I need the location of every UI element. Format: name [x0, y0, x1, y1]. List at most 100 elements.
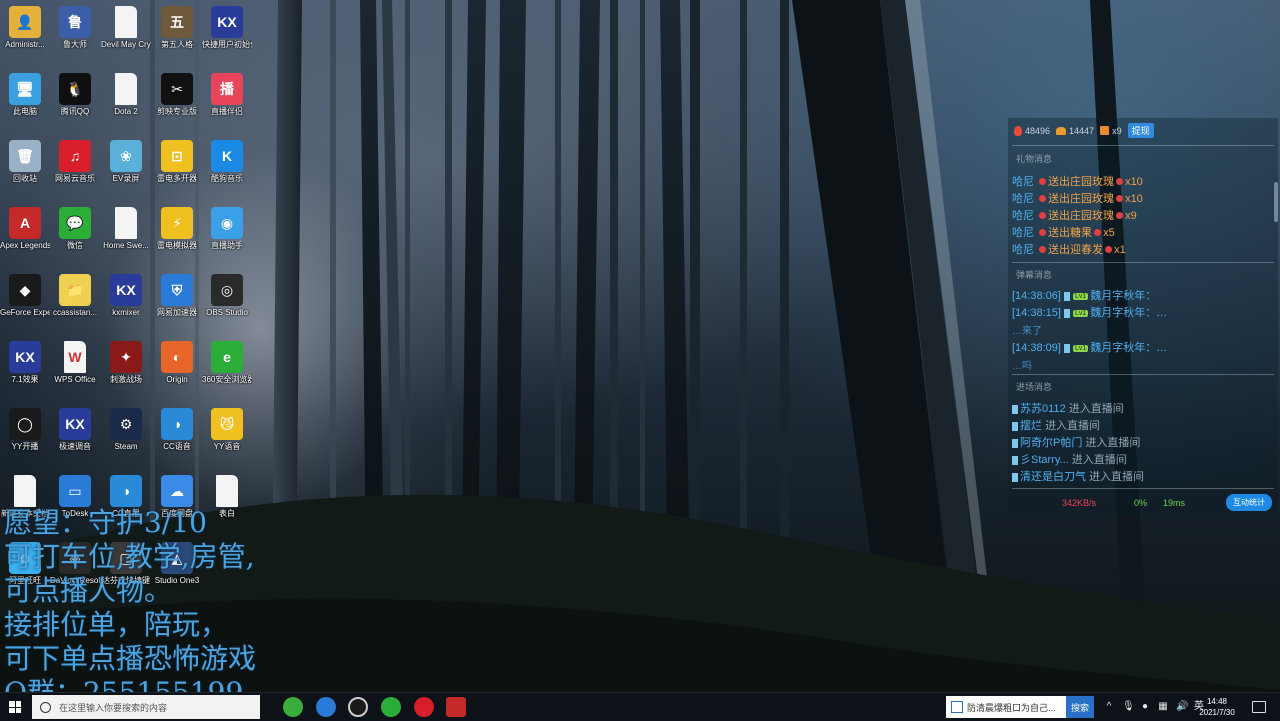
desktop-icon[interactable]: KX 7.1效果 [0, 341, 50, 385]
withdraw-button[interactable]: 提现 [1127, 123, 1154, 138]
gift-marker-icon [1039, 212, 1047, 219]
gift-text: 送出迎春发 [1048, 244, 1104, 256]
kx-icon: KX [211, 6, 243, 38]
chat-text: 魏月字秋年：… [1090, 307, 1168, 319]
desktop-icon[interactable]: 五第五人格 [152, 6, 202, 50]
desktop-icon[interactable]: ⛨ 网易加速器 [152, 274, 202, 318]
desktop-icon[interactable]: ⊡ 雷电多开器 [152, 140, 202, 184]
stream-overlay-text: 愿望：守护3/10 可打车位,教学,房管, 可点播人物。 接排位单，陪玩， 可下… [4, 506, 256, 710]
desktop-icon[interactable]: ✂ 剪映专业版 [152, 73, 202, 117]
audience-value: 14447 [1069, 125, 1095, 136]
desktop-icon[interactable]: ◉ 直播助手 [202, 207, 252, 251]
desktop-icon-label: Administr... [5, 40, 45, 49]
cc-live-icon: ◑ [110, 475, 142, 507]
chevron-up-icon[interactable]: ^ [1104, 702, 1114, 712]
desktop-icon[interactable]: ◯ YY开播 [0, 408, 50, 452]
taskbar-obs-icon[interactable] [348, 697, 368, 717]
desktop-icon[interactable]: 鲁鲁大师 [50, 6, 100, 50]
gift-item-icon [1094, 229, 1102, 236]
desktop-icon[interactable]: ❀ EV录屏 [101, 140, 151, 184]
desktop-icon[interactable]: ✦ 刺激战场 [101, 341, 151, 385]
volume-icon[interactable]: 🔊 [1176, 702, 1188, 712]
taskbar-wechat-icon[interactable] [381, 697, 401, 717]
enter-action: 进入直播间 [1085, 437, 1141, 449]
overlay-line-ranked: 接排位单，陪玩， [4, 608, 229, 641]
search-placeholder: 在这里输入你要搜索的内容 [59, 702, 168, 713]
desktop-icon[interactable]: 🖥 此电脑 [0, 73, 50, 117]
desktop-icon[interactable]: 播直播伴侣 [202, 73, 252, 117]
desktop-icon[interactable]: ⚙ Steam [101, 408, 151, 452]
file-icon [115, 73, 137, 105]
desktop-icon[interactable]: Dota 2 [101, 73, 151, 117]
level-badge: Lv1 [1072, 292, 1089, 300]
desktop-icon[interactable]: ⚡ 雷电模拟器 [152, 207, 202, 251]
gift-item-icon [1116, 178, 1124, 185]
taskbar-game-icon[interactable] [446, 697, 466, 717]
app-tray-icon[interactable]: ● [1140, 702, 1150, 712]
live-companion-icon: 播 [211, 73, 243, 105]
desktop-icon[interactable]: ♫ 网易云音乐 [50, 140, 100, 184]
enter-message: 清还是白刀气 进入直播间 [1012, 468, 1144, 484]
identity-v-icon: 五 [161, 6, 193, 38]
notification-icon[interactable] [1252, 701, 1266, 713]
desktop-icon[interactable]: KX kxmixer [101, 274, 151, 318]
desktop-icon[interactable]: 🐧 腾讯QQ [50, 73, 100, 117]
start-button[interactable] [0, 693, 30, 721]
enter-action: 进入直播间 [1089, 471, 1145, 483]
desktop-icon[interactable]: KX 快捷用户初始化设备 [202, 6, 252, 50]
enter-user: 苏苏0112 [1020, 403, 1066, 415]
search-icon [40, 701, 51, 713]
taskbar-360-icon[interactable] [283, 697, 303, 717]
desktop-icon[interactable]: W WPS Office [50, 341, 100, 385]
gift-message: 哈尼 送出庄园玫瑰 x10 [1012, 190, 1143, 206]
taskbar-netease-icon[interactable] [414, 697, 434, 717]
taskbar-search-box[interactable]: 在这里输入你要搜索的内容 [32, 695, 260, 719]
desktop-icon-label: Steam [114, 442, 138, 451]
desktop-icon[interactable]: K 酷狗音乐 [202, 140, 252, 184]
yy-voice-icon: 😼 [211, 408, 243, 440]
desktop-icon[interactable]: 💬 微信 [50, 207, 100, 251]
file-icon [216, 475, 238, 507]
promo-search-button[interactable]: 搜索 [1066, 696, 1094, 718]
desktop-icon[interactable]: ◐ Origin [152, 341, 202, 385]
network-icon[interactable]: ▦ [1158, 702, 1168, 712]
kx-icon: KX [59, 408, 91, 440]
chat-text: 魏月字秋年：… [1090, 342, 1168, 354]
desktop-icon[interactable]: KX 极速调音 [50, 408, 100, 452]
desktop-icon[interactable]: 😼 YY语音 [202, 408, 252, 452]
desktop-icon[interactable]: ◎ OBS Studio [202, 274, 252, 318]
desktop-icon[interactable]: 👤 Administr... [0, 6, 50, 50]
desktop-icon[interactable]: A Apex Legends [0, 207, 50, 251]
desktop-icon[interactable]: ◆ GeForce Experience [0, 274, 50, 318]
people-icon [1056, 126, 1067, 135]
divider [1012, 488, 1274, 489]
desktop-icon[interactable]: ◑ CC语音 [152, 408, 202, 452]
system-clock[interactable]: 14:48 2021/7/30 [1194, 696, 1240, 718]
desktop-icon[interactable]: e 360安全浏览器 [202, 341, 252, 385]
steam-icon: ⚙ [110, 408, 142, 440]
gift-item-icon [1116, 212, 1124, 219]
desktop-icon[interactable]: Devil May Cry 5 [101, 6, 151, 50]
promo-text: 防清晨爆粗口为自己... [967, 702, 1056, 713]
divider [1012, 374, 1274, 375]
gift-count: x9 [1125, 210, 1137, 222]
enter-message: 彡Starry... 进入直播间 [1012, 451, 1127, 467]
gift-marker-icon [1039, 178, 1047, 185]
chat-continuation: …吗 [1012, 361, 1032, 372]
desktop-icon-label: 极速调音 [59, 442, 91, 451]
taskbar-promo-search[interactable]: 防清晨爆粗口为自己... 搜索 [946, 696, 1094, 718]
panel-scrollbar[interactable] [1274, 182, 1278, 222]
desktop-icon-label: 雷电多开器 [157, 174, 197, 183]
desktop-icon[interactable]: Home Swe... [101, 207, 151, 251]
taskbar-edge-icon[interactable] [316, 697, 336, 717]
desktop-icon-label: WPS Office [54, 375, 96, 384]
desktop-icon-label: 回收站 [13, 174, 37, 183]
desktop-icon[interactable]: 🗑 回收站 [0, 140, 50, 184]
gift-text: 送出庄园玫瑰 [1048, 193, 1115, 205]
desktop-icon-label: 7.1效果 [11, 375, 39, 384]
desktop-icon[interactable]: 📁 ccassistan... [50, 274, 100, 318]
gift-user: 哈尼 [1012, 210, 1034, 222]
desktop-icon-label: 直播伴侣 [211, 107, 243, 116]
interaction-stats-button[interactable]: 互动统计 [1226, 494, 1272, 511]
microphone-icon[interactable]: 🎙 [1122, 702, 1135, 712]
